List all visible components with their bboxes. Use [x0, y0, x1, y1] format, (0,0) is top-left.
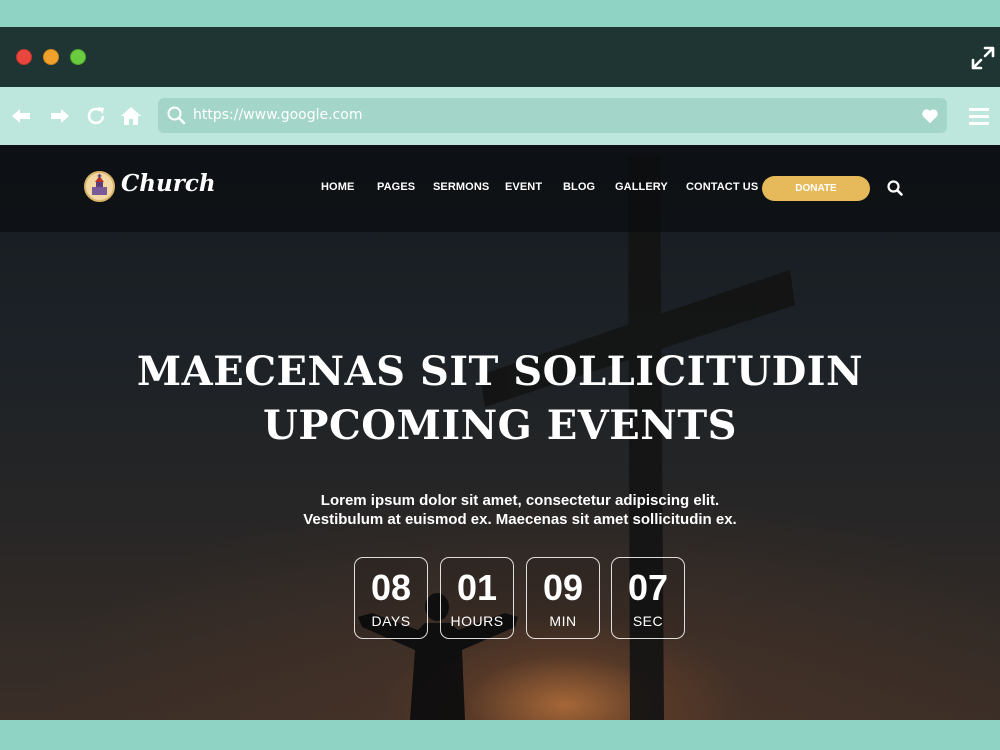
browser-window: https://www.google.com Church HOME PAGES… [0, 27, 1000, 720]
countdown-hours-label: HOURS [450, 613, 504, 629]
countdown-min-value: 09 [542, 567, 584, 608]
address-bar[interactable]: https://www.google.com [158, 98, 947, 133]
nav-pages[interactable]: PAGES [377, 181, 415, 193]
nav-sermons[interactable]: SERMONS [433, 181, 489, 193]
church-logo-icon[interactable] [84, 171, 115, 202]
countdown-min-label: MIN [549, 613, 577, 629]
countdown-days-label: DAYS [371, 613, 411, 629]
countdown-hours-value: 01 [456, 567, 498, 608]
expand-icon[interactable] [970, 45, 996, 71]
countdown-days-value: 08 [370, 567, 412, 608]
hero-subtext: Lorem ipsum dolor sit amet, consectetur … [303, 492, 737, 528]
nav-blog[interactable]: BLOG [563, 181, 595, 193]
site-navbar: Church HOME PAGES SERMONS EVENT BLOG GAL… [0, 145, 1000, 232]
nav-home[interactable]: HOME [321, 181, 354, 193]
countdown-hours: 01 HOURS [440, 557, 514, 639]
search-icon[interactable] [886, 179, 904, 197]
countdown-sec: 07 SEC [611, 557, 685, 639]
maximize-window-button[interactable] [70, 49, 86, 65]
close-window-button[interactable] [16, 49, 32, 65]
hero-headline-line-1: MAECENAS SIT SOLLICITUDIN [136, 348, 864, 395]
countdown-sec-value: 07 [627, 567, 669, 608]
nav-gallery[interactable]: GALLERY [615, 181, 668, 193]
countdown-min: 09 MIN [526, 557, 600, 639]
heart-icon[interactable] [921, 107, 939, 125]
forward-arrow-icon[interactable] [48, 104, 72, 128]
nav-contact-us[interactable]: CONTACT US [686, 181, 758, 193]
home-icon[interactable] [119, 104, 143, 128]
refresh-icon[interactable] [84, 104, 108, 128]
donate-button[interactable]: DONATE [762, 176, 870, 201]
nav-event[interactable]: EVENT [505, 181, 542, 193]
hero-headline-line-2: UPCOMING EVENTS [262, 402, 737, 449]
browser-toolbar: https://www.google.com [0, 87, 1000, 145]
site-logo-text[interactable]: Church [121, 170, 216, 197]
hero-headline: MAECENAS SIT SOLLICITUDIN UPCOMING EVENT… [0, 345, 1000, 453]
countdown-sec-label: SEC [632, 613, 664, 629]
countdown-days: 08 DAYS [354, 557, 428, 639]
url-text[interactable]: https://www.google.com [193, 107, 362, 123]
church-website-hero: Church HOME PAGES SERMONS EVENT BLOG GAL… [0, 145, 1000, 720]
minimize-window-button[interactable] [43, 49, 59, 65]
hamburger-menu-icon[interactable] [968, 104, 990, 128]
search-icon [167, 106, 186, 125]
back-arrow-icon[interactable] [9, 104, 33, 128]
title-bar [0, 27, 1000, 87]
